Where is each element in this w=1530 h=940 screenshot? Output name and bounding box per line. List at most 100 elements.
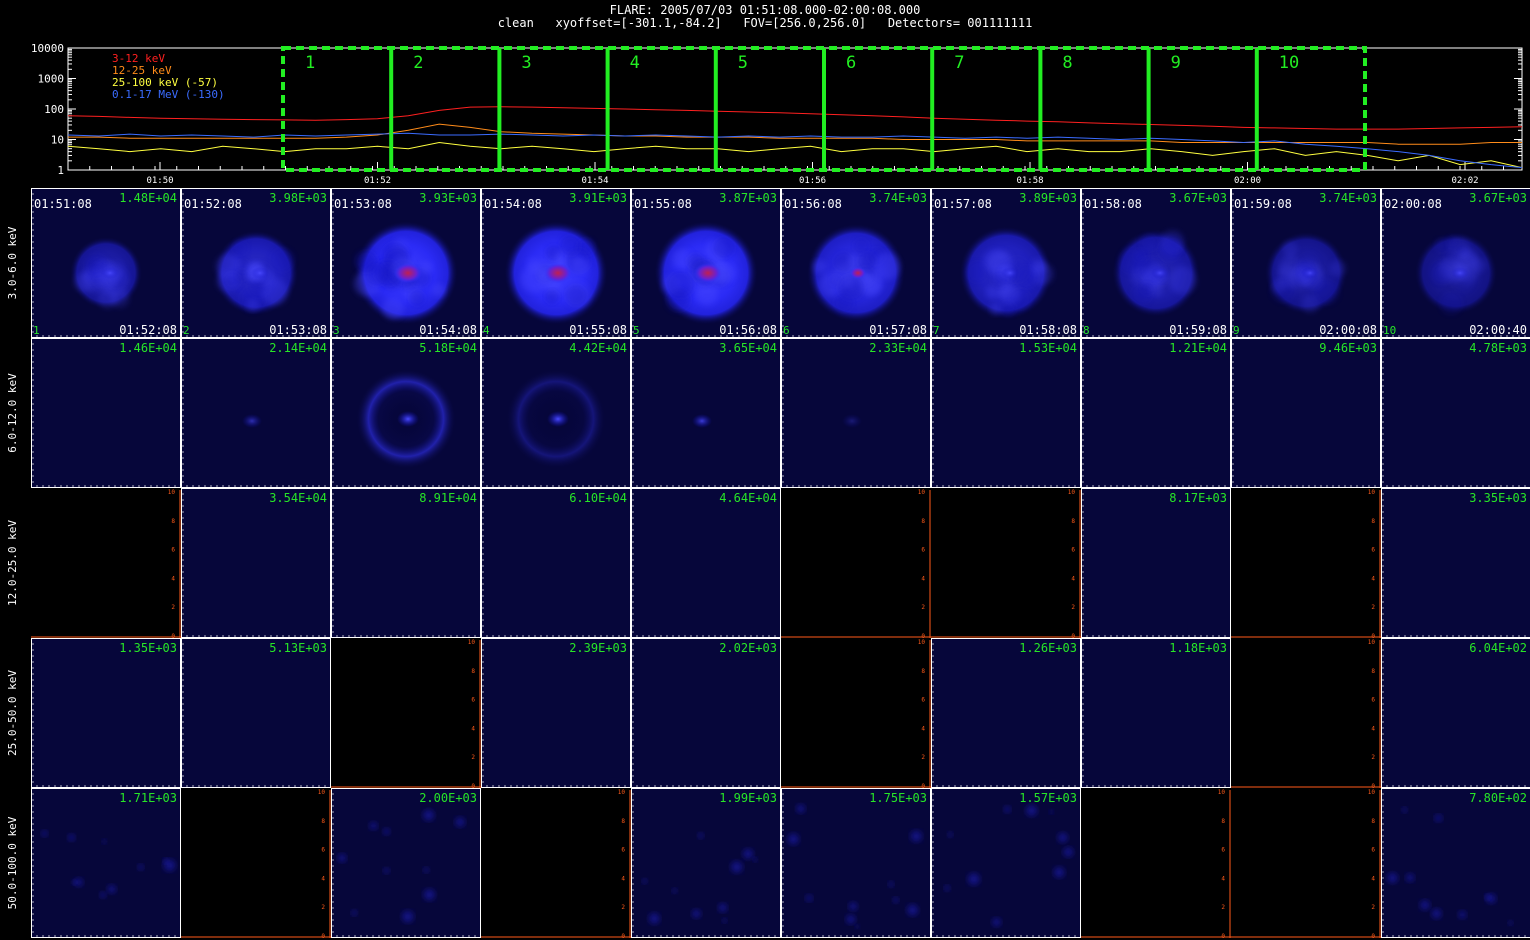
- empty-axis-tick: 8: [321, 818, 325, 825]
- texture-blob: [223, 271, 241, 290]
- panel-max-value: 1.35E+03: [119, 641, 177, 655]
- panel-max-value: 4.42E+04: [569, 341, 627, 355]
- empty-axis-tick: 2: [1371, 754, 1375, 761]
- panel-max-value: 3.74E+03: [1319, 191, 1377, 205]
- empty-axis-tick: 2: [321, 904, 325, 911]
- flare-spot: [842, 414, 862, 428]
- panel-end-time: 01:54:08: [419, 323, 477, 337]
- texture-blob: [420, 261, 433, 274]
- flare-core: [1451, 267, 1469, 279]
- image-panel: [631, 338, 781, 488]
- empty-axis-tick: 4: [1071, 575, 1075, 582]
- empty-axis-tick: 2: [921, 604, 925, 611]
- texture-blob: [989, 302, 1002, 316]
- empty-axis-tick: 8: [1371, 818, 1375, 825]
- panel-end-time: 01:55:08: [569, 323, 627, 337]
- empty-axis-tick: 6: [921, 697, 925, 704]
- panel-index: 5: [633, 324, 640, 337]
- empty-axis-tick: 0: [321, 933, 325, 940]
- panel-start-time: 02:00:08: [1384, 197, 1442, 211]
- panel-max-value: 1.99E+03: [719, 791, 777, 805]
- image-panel: [631, 638, 781, 788]
- panel-start-time: 01:55:08: [634, 197, 692, 211]
- panel-max-value: 2.39E+03: [569, 641, 627, 655]
- noise-blob: [691, 909, 701, 919]
- empty-axis-tick: 8: [171, 518, 175, 525]
- noise-blob: [752, 857, 758, 862]
- noise-blob: [992, 917, 1001, 927]
- empty-axis-tick: 2: [621, 904, 625, 911]
- image-panel: [1081, 638, 1231, 788]
- panel-index: 4: [483, 324, 490, 337]
- empty-axis-tick: 2: [1371, 604, 1375, 611]
- panel-max-value: 1.57E+03: [1019, 791, 1077, 805]
- panel-index: 1: [33, 324, 40, 337]
- noise-blob: [1053, 867, 1065, 878]
- empty-panel: [931, 488, 1081, 638]
- noise-blob: [967, 873, 980, 886]
- empty-axis-tick: 10: [468, 639, 476, 646]
- noise-blob: [846, 914, 856, 925]
- texture-blob: [966, 261, 989, 283]
- texture-blob: [1119, 247, 1146, 275]
- noise-blob: [947, 832, 953, 838]
- empty-panel: [331, 638, 481, 788]
- panel-max-value: 1.18E+03: [1169, 641, 1227, 655]
- image-panel: [931, 338, 1081, 488]
- image-panel: [1081, 338, 1231, 488]
- texture-blob: [1168, 266, 1197, 295]
- panel-start-time: 01:53:08: [334, 197, 392, 211]
- panel-max-value: 3.35E+03: [1469, 491, 1527, 505]
- noise-blob: [672, 888, 678, 894]
- texture-blob: [853, 238, 869, 254]
- panel-start-time: 01:54:08: [484, 197, 542, 211]
- energy-row-label: 50.0-100.0 keV: [6, 816, 19, 909]
- panel-max-value: 1.26E+03: [1019, 641, 1077, 655]
- panel-end-time: 02:00:40: [1469, 323, 1527, 337]
- empty-axis-tick: 10: [318, 789, 326, 796]
- panel-max-value: 2.00E+03: [419, 791, 477, 805]
- texture-blob: [696, 284, 718, 306]
- image-panel: [331, 488, 481, 638]
- panel-max-value: 9.46E+03: [1319, 341, 1377, 355]
- empty-axis-tick: 10: [918, 489, 926, 496]
- panel-max-value: 3.87E+03: [719, 191, 777, 205]
- flare-core: [251, 267, 269, 279]
- panel-index: 6: [783, 324, 790, 337]
- texture-blob: [1270, 278, 1286, 294]
- empty-axis-tick: 8: [471, 668, 475, 675]
- panel-end-time: 01:52:08: [119, 323, 177, 337]
- panel-max-value: 5.18E+04: [419, 341, 477, 355]
- energy-row-label: 6.0-12.0 keV: [6, 373, 19, 453]
- noise-blob: [722, 918, 728, 924]
- texture-blob: [1149, 283, 1163, 297]
- empty-axis-tick: 8: [1371, 668, 1375, 675]
- flare-spot: [242, 414, 262, 428]
- panel-start-time: 01:57:08: [934, 197, 992, 211]
- panel-max-value: 5.13E+03: [269, 641, 327, 655]
- panel-start-time: 01:58:08: [1084, 197, 1142, 211]
- panel-max-value: 8.91E+04: [419, 491, 477, 505]
- noise-blob: [1508, 920, 1513, 926]
- noise-blob: [718, 903, 728, 913]
- texture-blob: [1439, 292, 1463, 315]
- noise-blob: [1025, 805, 1038, 817]
- flare-core: [694, 263, 722, 283]
- texture-blob: [431, 283, 446, 297]
- panel-max-value: 4.64E+04: [719, 491, 777, 505]
- panel-max-value: 8.17E+03: [1169, 491, 1227, 505]
- flare-spot: [397, 411, 419, 427]
- texture-blob: [1030, 258, 1047, 275]
- empty-panel: [31, 488, 181, 638]
- noise-blob: [1387, 872, 1398, 884]
- empty-axis-tick: 6: [471, 697, 475, 704]
- noise-blob: [1458, 910, 1467, 919]
- panel-max-value: 2.33E+04: [869, 341, 927, 355]
- panel-end-time: 01:57:08: [869, 323, 927, 337]
- empty-axis-tick: 2: [171, 604, 175, 611]
- panel-max-value: 3.91E+03: [569, 191, 627, 205]
- noise-blob: [1431, 908, 1442, 919]
- panel-index: 7: [933, 324, 940, 337]
- empty-axis-tick: 6: [1371, 697, 1375, 704]
- texture-blob: [666, 270, 695, 299]
